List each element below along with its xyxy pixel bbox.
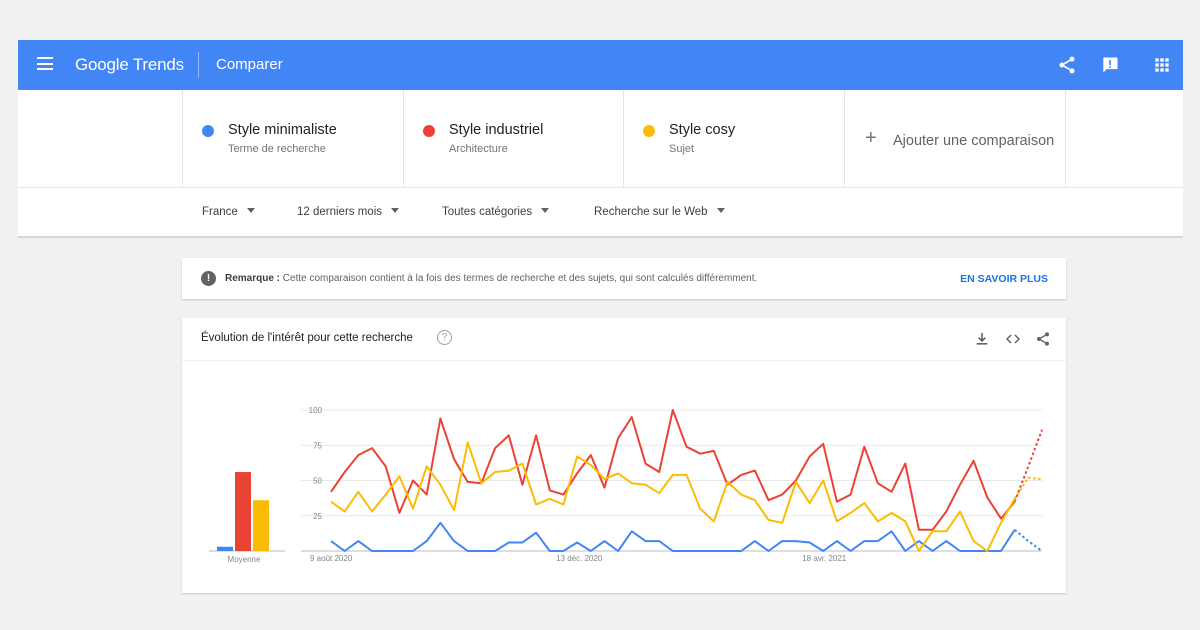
menu-icon[interactable] bbox=[37, 57, 53, 73]
x-tick-label: 9 août 2020 bbox=[310, 554, 353, 563]
chevron-down-icon bbox=[716, 208, 725, 213]
term-type: Terme de recherche bbox=[228, 143, 326, 155]
note-text: Remarque : Cette comparaison contient à … bbox=[225, 273, 757, 284]
average-bar bbox=[253, 500, 269, 551]
term-type: Sujet bbox=[669, 143, 695, 155]
plus-icon: + bbox=[865, 127, 877, 149]
comparison-note: ! Remarque : Cette comparaison contient … bbox=[182, 258, 1066, 299]
note-label: Remarque : bbox=[225, 273, 281, 284]
term-name: Style minimaliste bbox=[228, 122, 337, 138]
x-tick-label: 13 déc. 2020 bbox=[556, 554, 603, 563]
chevron-down-icon bbox=[541, 208, 550, 213]
chevron-down-icon bbox=[391, 208, 400, 213]
chevron-down-icon bbox=[246, 208, 255, 213]
learn-more-link[interactable]: EN SAVOIR PLUS bbox=[960, 273, 1048, 285]
comparison-terms: Style minimaliste Terme de recherche Sty… bbox=[18, 90, 1183, 188]
add-comparison-button[interactable]: + Ajouter une comparaison bbox=[844, 90, 1066, 187]
series-line bbox=[330, 409, 1016, 531]
term-color-dot bbox=[423, 125, 435, 137]
share-icon[interactable] bbox=[1057, 55, 1077, 75]
add-comparison-label: Ajouter une comparaison bbox=[893, 133, 1055, 149]
term-style-industriel[interactable]: Style industriel Architecture bbox=[403, 90, 623, 187]
average-bar bbox=[235, 472, 251, 551]
interest-over-time-card: Évolution de l'intérêt pour cette recher… bbox=[182, 318, 1066, 593]
term-type: Architecture bbox=[449, 143, 508, 155]
filters-bar: France 12 derniers mois Toutes catégorie… bbox=[18, 188, 1183, 238]
appbar-divider bbox=[198, 52, 199, 78]
period-value: 12 derniers mois bbox=[297, 206, 383, 218]
term-style-cosy[interactable]: Style cosy Sujet bbox=[623, 90, 844, 187]
series-line-partial bbox=[1013, 429, 1043, 503]
average-bar bbox=[217, 546, 233, 551]
info-icon: ! bbox=[201, 271, 216, 286]
term-color-dot bbox=[643, 125, 655, 137]
search-type-value: Recherche sur le Web bbox=[594, 206, 708, 218]
y-tick-label: 25 bbox=[313, 512, 322, 521]
apps-icon[interactable] bbox=[1152, 55, 1172, 75]
region-value: France bbox=[202, 206, 238, 218]
app-bar: Google Trends Comparer bbox=[18, 40, 1183, 90]
x-tick-label: 18 avr. 2021 bbox=[802, 554, 847, 563]
term-name: Style industriel bbox=[449, 122, 544, 138]
trend-chart: 25 50 75 100 9 août 2020 13 déc. 2020 18 avr. … bbox=[209, 406, 1043, 564]
period-select[interactable]: 12 derniers mois bbox=[297, 206, 400, 218]
brand-logo[interactable]: Google Trends bbox=[75, 55, 184, 75]
term-name: Style cosy bbox=[669, 122, 736, 138]
feedback-icon[interactable] bbox=[1100, 55, 1120, 75]
category-select[interactable]: Toutes catégories bbox=[442, 206, 550, 218]
category-value: Toutes catégories bbox=[442, 206, 533, 218]
term-style-minimaliste[interactable]: Style minimaliste Terme de recherche bbox=[182, 90, 403, 187]
region-select[interactable]: France bbox=[202, 206, 255, 218]
y-tick-label: 75 bbox=[313, 441, 322, 450]
search-type-select[interactable]: Recherche sur le Web bbox=[594, 206, 725, 218]
term-color-dot bbox=[202, 125, 214, 137]
y-tick-label: 50 bbox=[313, 477, 322, 486]
page-title: Comparer bbox=[216, 56, 283, 73]
note-body: Cette comparaison contient à la fois des… bbox=[282, 273, 758, 284]
y-tick-label: 100 bbox=[309, 406, 323, 415]
series-line-partial bbox=[1014, 529, 1043, 552]
average-label: Moyenne bbox=[228, 555, 261, 564]
